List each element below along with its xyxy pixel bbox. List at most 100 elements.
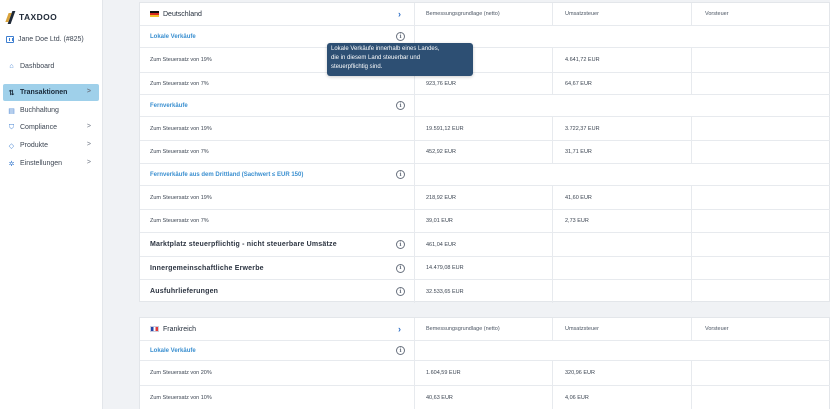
vat-value: 4.641,72 EUR: [553, 48, 692, 72]
info-icon[interactable]: i: [396, 240, 405, 249]
sidebar-item-compliance[interactable]: ⛉ Compliance >: [3, 119, 99, 136]
input-tax-value: [692, 386, 830, 409]
info-icon[interactable]: i: [396, 263, 405, 273]
row-label: Ausfuhrlieferungen i: [140, 280, 415, 303]
table-row: Zum Steuersatz von 7% 452,92 EUR 31,71 E…: [140, 140, 830, 163]
shield-icon: ⛉: [8, 123, 15, 131]
company-name: Jane Doe Ltd. (#825): [18, 36, 84, 43]
info-icon[interactable]: i: [396, 287, 405, 296]
section-row-distance-sales: Fernverkäufe i: [140, 94, 830, 116]
sidebar-item-label: Dashboard: [20, 63, 55, 70]
column-header-base: Bemessungsgrundlage (netto): [415, 318, 553, 340]
vat-value: [553, 257, 692, 279]
vat-value: 2,73 EUR: [553, 210, 692, 232]
chevron-right-icon: >: [86, 88, 91, 95]
table-row: Zum Steuersatz von 20% 1.604,59 EUR 320,…: [140, 360, 830, 385]
sidebar-item-label: Transaktionen: [20, 89, 68, 96]
rate-label: Zum Steuersatz von 19%: [140, 117, 415, 140]
country-cell: Deutschland ›: [140, 3, 415, 25]
info-icon[interactable]: i: [396, 32, 405, 41]
input-tax-value: [692, 117, 830, 140]
section-label: Fernverkäufe aus dem Drittland (Sachwert…: [140, 164, 415, 185]
france-flag-icon: [150, 326, 159, 332]
table-row-marketplace: Marktplatz steuerpflichtig - nicht steue…: [140, 232, 830, 256]
sidebar-item-label: Buchhaltung: [20, 107, 59, 114]
column-header-input-tax: Vorsteuer: [705, 326, 729, 332]
company-selector[interactable]: Jane Doe Ltd. (#825): [6, 36, 84, 43]
country-header-row[interactable]: Frankreich › Bemessungsgrundlage (netto)…: [140, 318, 830, 340]
vat-value: 3.722,37 EUR: [553, 117, 692, 140]
row-label: Innergemeinschaftliche Erwerbe i: [140, 257, 415, 279]
input-tax-value: [692, 257, 830, 279]
chevron-right-icon[interactable]: ›: [398, 9, 401, 19]
table-row: Zum Steuersatz von 10% 40,63 EUR 4,06 EU…: [140, 385, 830, 409]
vat-value: [553, 280, 692, 303]
chevron-right-icon[interactable]: ›: [398, 324, 401, 334]
vat-value: 31,71 EUR: [553, 141, 692, 163]
vat-value: 64,67 EUR: [553, 73, 692, 94]
vat-value: 4,06 EUR: [553, 386, 692, 409]
input-tax-value: [692, 141, 830, 163]
info-icon[interactable]: i: [396, 346, 405, 355]
base-value: 461,04 EUR: [415, 233, 553, 256]
rate-label: Zum Steuersatz von 7%: [140, 141, 415, 163]
column-header-vat: Umsatzsteuer: [553, 3, 692, 25]
info-icon[interactable]: i: [396, 170, 405, 179]
base-value: 218,92 EUR: [415, 186, 553, 209]
chevron-right-icon: >: [86, 159, 91, 166]
column-header-input-tax: Vorsteuer: [705, 11, 729, 17]
country-cell: Frankreich ›: [140, 318, 415, 340]
taxdoo-logo[interactable]: TAXDOO: [7, 10, 57, 24]
rate-label: Zum Steuersatz von 19%: [140, 186, 415, 209]
base-value: 1.604,59 EUR: [415, 361, 553, 385]
rate-label: Zum Steuersatz von 7%: [140, 210, 415, 232]
input-tax-value: [692, 186, 830, 209]
chevron-right-icon: >: [86, 141, 91, 148]
table-row: Zum Steuersatz von 19% 4.641,72 EUR: [140, 47, 830, 72]
info-icon[interactable]: i: [396, 101, 405, 110]
row-title: Innergemeinschaftliche Erwerbe: [150, 264, 264, 272]
info-tooltip: Lokale Verkäufe innerhalb eines Landes, …: [327, 43, 473, 76]
section-title: Lokale Verkäufe: [150, 33, 196, 40]
country-header-row[interactable]: Deutschland › Bemessungsgrundlage (netto…: [140, 3, 830, 25]
taxdoo-logo-mark-icon: [7, 11, 16, 23]
tooltip-line: die in diesem Land steuerbar und: [331, 55, 421, 61]
tooltip-line: steuerpflichtig sind.: [331, 64, 383, 70]
country-table-france: Frankreich › Bemessungsgrundlage (netto)…: [139, 317, 830, 409]
base-value: 32.533,65 EUR: [415, 280, 553, 303]
sidebar-item-einstellungen[interactable]: ✲ Einstellungen >: [3, 155, 99, 172]
column-header-vat: Umsatzsteuer: [553, 318, 692, 340]
country-name: Frankreich: [163, 325, 197, 333]
rate-label: Zum Steuersatz von 10%: [140, 386, 415, 409]
section-title: Fernverkäufe aus dem Drittland (Sachwert…: [150, 171, 304, 178]
tag-icon: ◇: [8, 142, 15, 150]
building-icon: [6, 36, 14, 43]
table-row: Zum Steuersatz von 7% 923,76 EUR 64,67 E…: [140, 72, 830, 94]
table-row-intra-community: Innergemeinschaftliche Erwerbe i 14.479,…: [140, 256, 830, 279]
ledger-icon: ▤: [8, 107, 15, 115]
input-tax-value: [692, 73, 830, 94]
table-row-exports: Ausfuhrlieferungen i 32.533,65 EUR: [140, 279, 830, 303]
vat-value: 41,60 EUR: [553, 186, 692, 209]
section-label: Fernverkäufe i: [140, 95, 415, 116]
input-tax-value: [692, 280, 830, 303]
chevron-right-icon: >: [86, 123, 91, 130]
section-label: Lokale Verkäufe i: [140, 341, 415, 360]
sidebar-item-transaktionen[interactable]: ⇅ Transaktionen >: [3, 84, 99, 101]
input-tax-value: [692, 361, 830, 385]
vat-value: [553, 233, 692, 256]
sidebar-item-produkte[interactable]: ◇ Produkte >: [3, 137, 99, 154]
gear-icon: ✲: [8, 160, 15, 168]
base-value: 39,01 EUR: [415, 210, 553, 232]
input-tax-value: [692, 48, 830, 72]
section-row-third-country: Fernverkäufe aus dem Drittland (Sachwert…: [140, 163, 830, 185]
base-value: 452,92 EUR: [415, 141, 553, 163]
column-header-base: Bemessungsgrundlage (netto): [415, 3, 553, 25]
sidebar-item-label: Compliance: [20, 124, 57, 131]
transfer-icon: ⇅: [8, 89, 15, 97]
base-value: 923,76 EUR: [415, 73, 553, 94]
sidebar-item-buchhaltung[interactable]: ▤ Buchhaltung: [3, 102, 99, 119]
table-row: Zum Steuersatz von 19% 19.591,12 EUR 3.7…: [140, 116, 830, 140]
country-table-germany: Deutschland › Bemessungsgrundlage (netto…: [139, 2, 830, 303]
sidebar-item-dashboard[interactable]: ⌂ Dashboard: [3, 58, 99, 75]
